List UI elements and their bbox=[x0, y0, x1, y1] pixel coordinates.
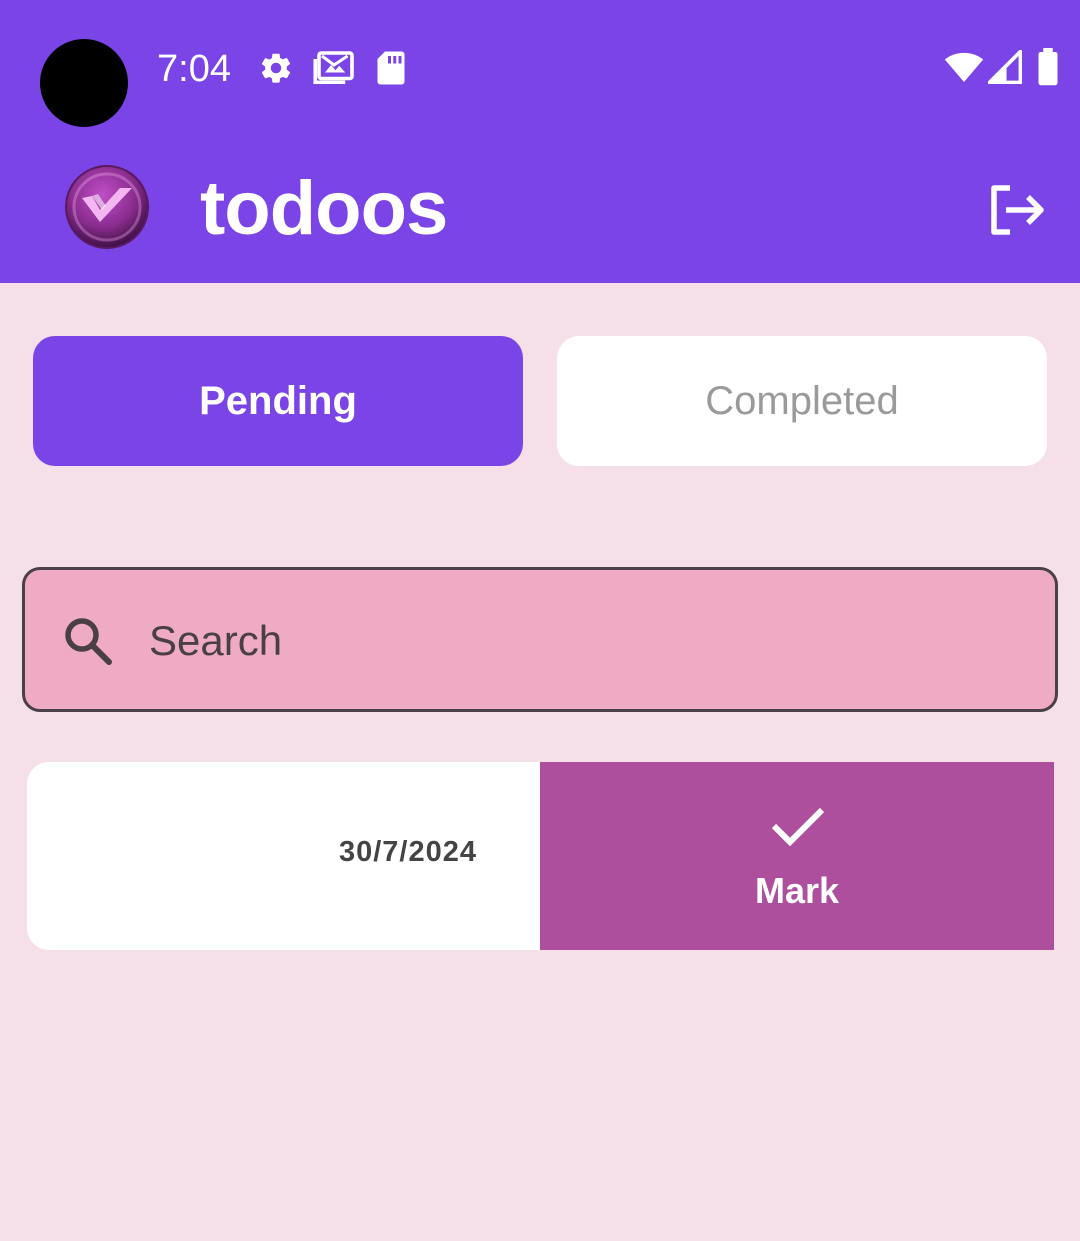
app-title: todoos bbox=[200, 166, 448, 251]
mark-button[interactable]: Mark bbox=[540, 762, 1054, 950]
todoos-logo bbox=[64, 164, 150, 250]
gear-icon bbox=[258, 50, 294, 86]
logout-icon[interactable] bbox=[986, 180, 1048, 240]
sd-card-icon bbox=[376, 50, 406, 86]
mark-label: Mark bbox=[754, 870, 840, 911]
signal-icon bbox=[988, 50, 1022, 86]
gallery-icon bbox=[313, 50, 355, 86]
todo-card[interactable]: 30/7/2024 bbox=[27, 762, 540, 950]
search-bar[interactable] bbox=[22, 567, 1058, 712]
tab-pending[interactable]: Pending bbox=[33, 336, 523, 466]
status-time: 7:04 bbox=[157, 48, 231, 90]
todo-list-item[interactable]: 30/7/2024 Mark bbox=[27, 762, 1054, 950]
search-icon bbox=[61, 614, 115, 668]
check-icon bbox=[770, 804, 826, 848]
todo-date: 30/7/2024 bbox=[338, 836, 477, 868]
search-input[interactable] bbox=[149, 606, 1029, 676]
tab-completed[interactable]: Completed bbox=[557, 336, 1047, 466]
app-header: 7:04 todoos bbox=[0, 0, 1080, 283]
camera-cutout bbox=[40, 39, 128, 127]
battery-icon bbox=[1036, 48, 1060, 86]
wifi-icon bbox=[944, 50, 984, 86]
